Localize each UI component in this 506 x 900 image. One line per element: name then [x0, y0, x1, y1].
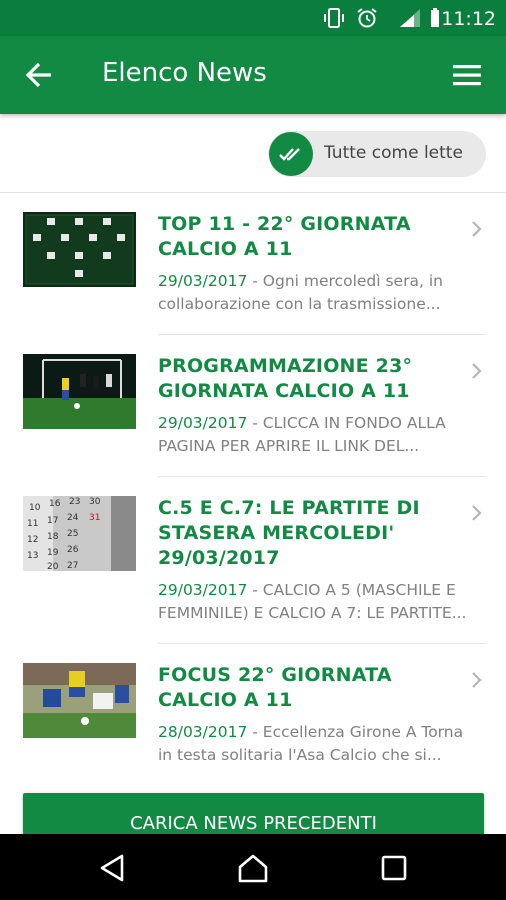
double-check-icon	[279, 148, 300, 161]
screen: 11:12 Elenco News Tutte come lette TOP 1…	[0, 0, 506, 900]
load-more-label: CARICA NEWS PRECEDENTI	[130, 813, 377, 834]
news-item[interactable]: FOCUS 22° GIORNATA CALCIO A 11 28/03/201…	[0, 644, 506, 786]
news-date: 29/03/2017	[158, 272, 248, 290]
news-separator: -	[247, 723, 263, 741]
svg-text:12: 12	[27, 535, 38, 545]
news-separator: -	[247, 581, 263, 599]
chevron-right-icon	[472, 363, 482, 379]
news-item[interactable]: 10 16 23 30 11 17 24 31 12 18 25 13 19 26 20 27 C.5…	[0, 477, 506, 644]
chevron-right-icon	[472, 221, 482, 237]
news-item[interactable]: PROGRAMMAZIONE 23° GIORNATA CALCIO A 11 …	[0, 335, 506, 477]
svg-text:17: 17	[47, 516, 58, 526]
hamburger-menu-icon[interactable]	[450, 58, 484, 92]
news-date: 29/03/2017	[158, 414, 248, 432]
svg-text:20: 20	[47, 562, 59, 571]
page-title: Elenco News	[102, 58, 267, 88]
news-title: TOP 11 - 22° GIORNATA CALCIO A 11	[158, 213, 411, 260]
svg-text:25: 25	[67, 529, 78, 539]
news-excerpt: 29/03/2017 - CLICCA IN FONDO ALLA PAGINA…	[158, 412, 470, 458]
news-title: C.5 E C.7: LE PARTITE DI STASERA MERCOLE…	[158, 497, 420, 569]
svg-text:18: 18	[47, 532, 59, 542]
chevron-right-icon	[472, 505, 482, 521]
mark-all-read-toggle[interactable]: Tutte come lette	[268, 131, 486, 177]
news-date: 28/03/2017	[158, 723, 248, 741]
news-title: PROGRAMMAZIONE 23° GIORNATA CALCIO A 11	[158, 355, 413, 402]
nav-home-icon[interactable]	[237, 852, 269, 884]
news-excerpt: 29/03/2017 - CALCIO A 5 (MASCHILE E FEMM…	[158, 579, 470, 625]
nav-recents-icon[interactable]	[378, 852, 410, 884]
svg-text:16: 16	[49, 499, 61, 509]
news-item[interactable]: TOP 11 - 22° GIORNATA CALCIO A 11 29/03/…	[0, 193, 506, 335]
calendar-thumbnail: 10 16 23 30 11 17 24 31 12 18 25 13 19 26 20 27	[23, 496, 136, 571]
alarm-icon	[357, 8, 377, 28]
svg-text:24: 24	[67, 513, 79, 523]
news-separator: -	[247, 272, 263, 290]
status-bar: 11:12	[0, 0, 506, 36]
players-tackle-thumbnail	[23, 663, 136, 738]
arrow-back-icon[interactable]	[20, 55, 60, 95]
app-bar: Elenco News	[0, 36, 506, 114]
status-time: 11:12	[441, 8, 496, 30]
svg-text:31: 31	[89, 513, 100, 523]
svg-text:27: 27	[67, 561, 78, 571]
chevron-right-icon	[472, 672, 482, 688]
toggle-label: Tutte come lette	[324, 143, 463, 163]
navigation-bar	[0, 834, 506, 900]
svg-text:30: 30	[89, 497, 101, 507]
news-excerpt: 28/03/2017 - Eccellenza Girone A Torna i…	[158, 721, 470, 767]
svg-text:11: 11	[27, 519, 38, 529]
battery-icon	[431, 8, 439, 27]
news-separator: -	[247, 414, 263, 432]
signal-icon	[400, 9, 420, 27]
news-excerpt: 29/03/2017 - Ogni mercoledì sera, in col…	[158, 270, 470, 316]
svg-text:26: 26	[67, 545, 79, 555]
football-match-thumbnail	[23, 354, 136, 429]
svg-text:13: 13	[27, 551, 38, 561]
news-date: 29/03/2017	[158, 581, 248, 599]
news-title: FOCUS 22° GIORNATA CALCIO A 11	[158, 664, 392, 711]
svg-text:10: 10	[29, 503, 41, 513]
vibrate-icon	[324, 8, 344, 28]
team-lineup-thumbnail	[23, 212, 136, 287]
nav-back-icon[interactable]	[97, 852, 129, 884]
svg-text:23: 23	[69, 497, 80, 507]
toggle-knob	[269, 132, 313, 176]
svg-text:19: 19	[47, 548, 59, 558]
